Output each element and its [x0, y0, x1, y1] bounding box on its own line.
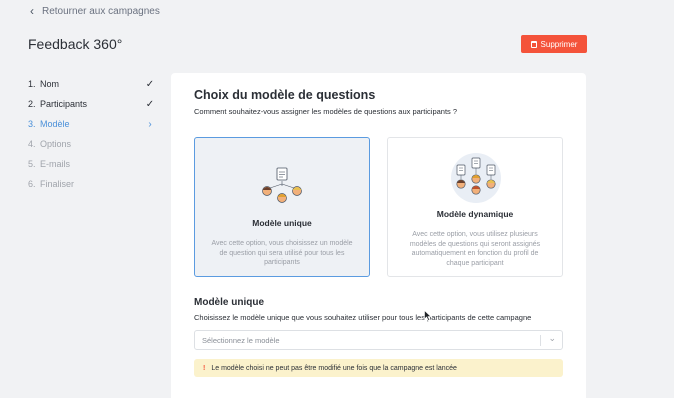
- option-description: Avec cette option, vous choisissez un mo…: [211, 240, 353, 266]
- card-subtitle: Comment souhaitez-vous assigner les modè…: [194, 107, 458, 116]
- dynamic-template-illustration-icon: [451, 153, 501, 203]
- warning-icon: !: [203, 364, 206, 372]
- option-description: Avec cette option, vous utilisez plusieu…: [409, 231, 541, 267]
- step-number: 5.: [28, 159, 36, 169]
- step-label: Modèle: [40, 119, 70, 129]
- check-icon: ✓: [145, 98, 155, 110]
- section-subtitle: Choisissez le modèle unique que vous sou…: [194, 313, 532, 322]
- select-divider: [540, 335, 541, 346]
- check-icon: ✓: [145, 78, 155, 90]
- section-title: Modèle unique: [194, 297, 264, 308]
- option-modele-unique[interactable]: Modèle unique Avec cette option, vous ch…: [194, 137, 370, 277]
- option-modele-dynamique[interactable]: Modèle dynamique Avec cette option, vous…: [387, 137, 563, 277]
- step-number: 4.: [28, 139, 36, 149]
- back-link[interactable]: ‹ Retourner aux campagnes: [30, 5, 160, 17]
- step-participants[interactable]: 2. Participants ✓: [28, 94, 156, 114]
- step-modele[interactable]: 3. Modèle ›: [28, 114, 156, 134]
- step-label: E-mails: [40, 159, 71, 169]
- template-choice-card: Choix du modèle de questions Comment sou…: [171, 73, 586, 398]
- stepper: 1. Nom ✓ 2. Participants ✓ 3. Modèle › 4…: [28, 74, 156, 194]
- step-label: Options: [40, 139, 72, 149]
- step-number: 3.: [28, 119, 36, 129]
- step-number: 6.: [28, 179, 36, 189]
- trash-icon: [530, 40, 537, 48]
- chevron-left-icon: ‹: [30, 4, 34, 18]
- card-title: Choix du modèle de questions: [194, 88, 376, 102]
- template-select[interactable]: Sélectionnez le modèle ⌄: [194, 330, 563, 350]
- mouse-cursor-icon: [424, 310, 432, 321]
- delete-button-label: Supprimer: [540, 39, 578, 49]
- step-label: Finaliser: [40, 179, 75, 189]
- warning-banner: ! Le modèle choisi ne peut pas être modi…: [194, 359, 563, 377]
- back-link-label: Retourner aux campagnes: [42, 5, 160, 17]
- step-finaliser[interactable]: 6. Finaliser: [28, 174, 156, 194]
- step-number: 2.: [28, 99, 36, 109]
- delete-button[interactable]: Supprimer: [521, 35, 587, 53]
- step-options[interactable]: 4. Options: [28, 134, 156, 154]
- page-title: Feedback 360°: [28, 36, 123, 52]
- step-label: Nom: [40, 79, 60, 89]
- single-template-illustration-icon: [262, 167, 302, 203]
- chevron-down-icon: ⌄: [548, 333, 556, 343]
- chevron-right-icon: ›: [148, 118, 152, 130]
- step-nom[interactable]: 1. Nom ✓: [28, 74, 156, 94]
- step-label: Participants: [40, 99, 88, 109]
- option-name: Modèle dynamique: [436, 209, 514, 219]
- warning-text: Le modèle choisi ne peut pas être modifi…: [211, 364, 457, 372]
- template-select-placeholder: Sélectionnez le modèle: [202, 335, 280, 345]
- option-name: Modèle unique: [252, 218, 312, 228]
- step-emails[interactable]: 5. E-mails: [28, 154, 156, 174]
- step-number: 1.: [28, 79, 36, 89]
